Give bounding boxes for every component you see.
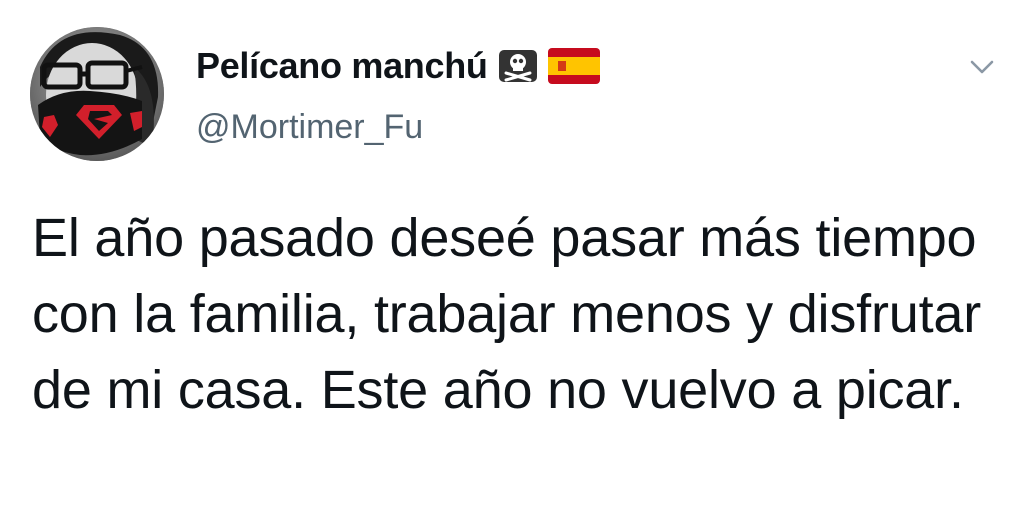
author-handle[interactable]: @Mortimer_Fu <box>196 108 423 147</box>
spain-flag-icon <box>547 48 600 84</box>
display-name[interactable]: Pelícano manchú <box>196 45 488 87</box>
avatar[interactable] <box>30 27 164 161</box>
tweet-text: El año pasado deseé pasar más tiempo con… <box>32 208 981 420</box>
skull-and-crossbones-icon <box>498 49 538 83</box>
author-name-row[interactable]: Pelícano manchú <box>196 42 600 90</box>
tweet-card: Pelícano manchú @Mortimer_Fu El año pasa… <box>0 0 1024 528</box>
avatar-image <box>30 27 164 161</box>
chevron-down-icon[interactable] <box>962 52 1002 82</box>
